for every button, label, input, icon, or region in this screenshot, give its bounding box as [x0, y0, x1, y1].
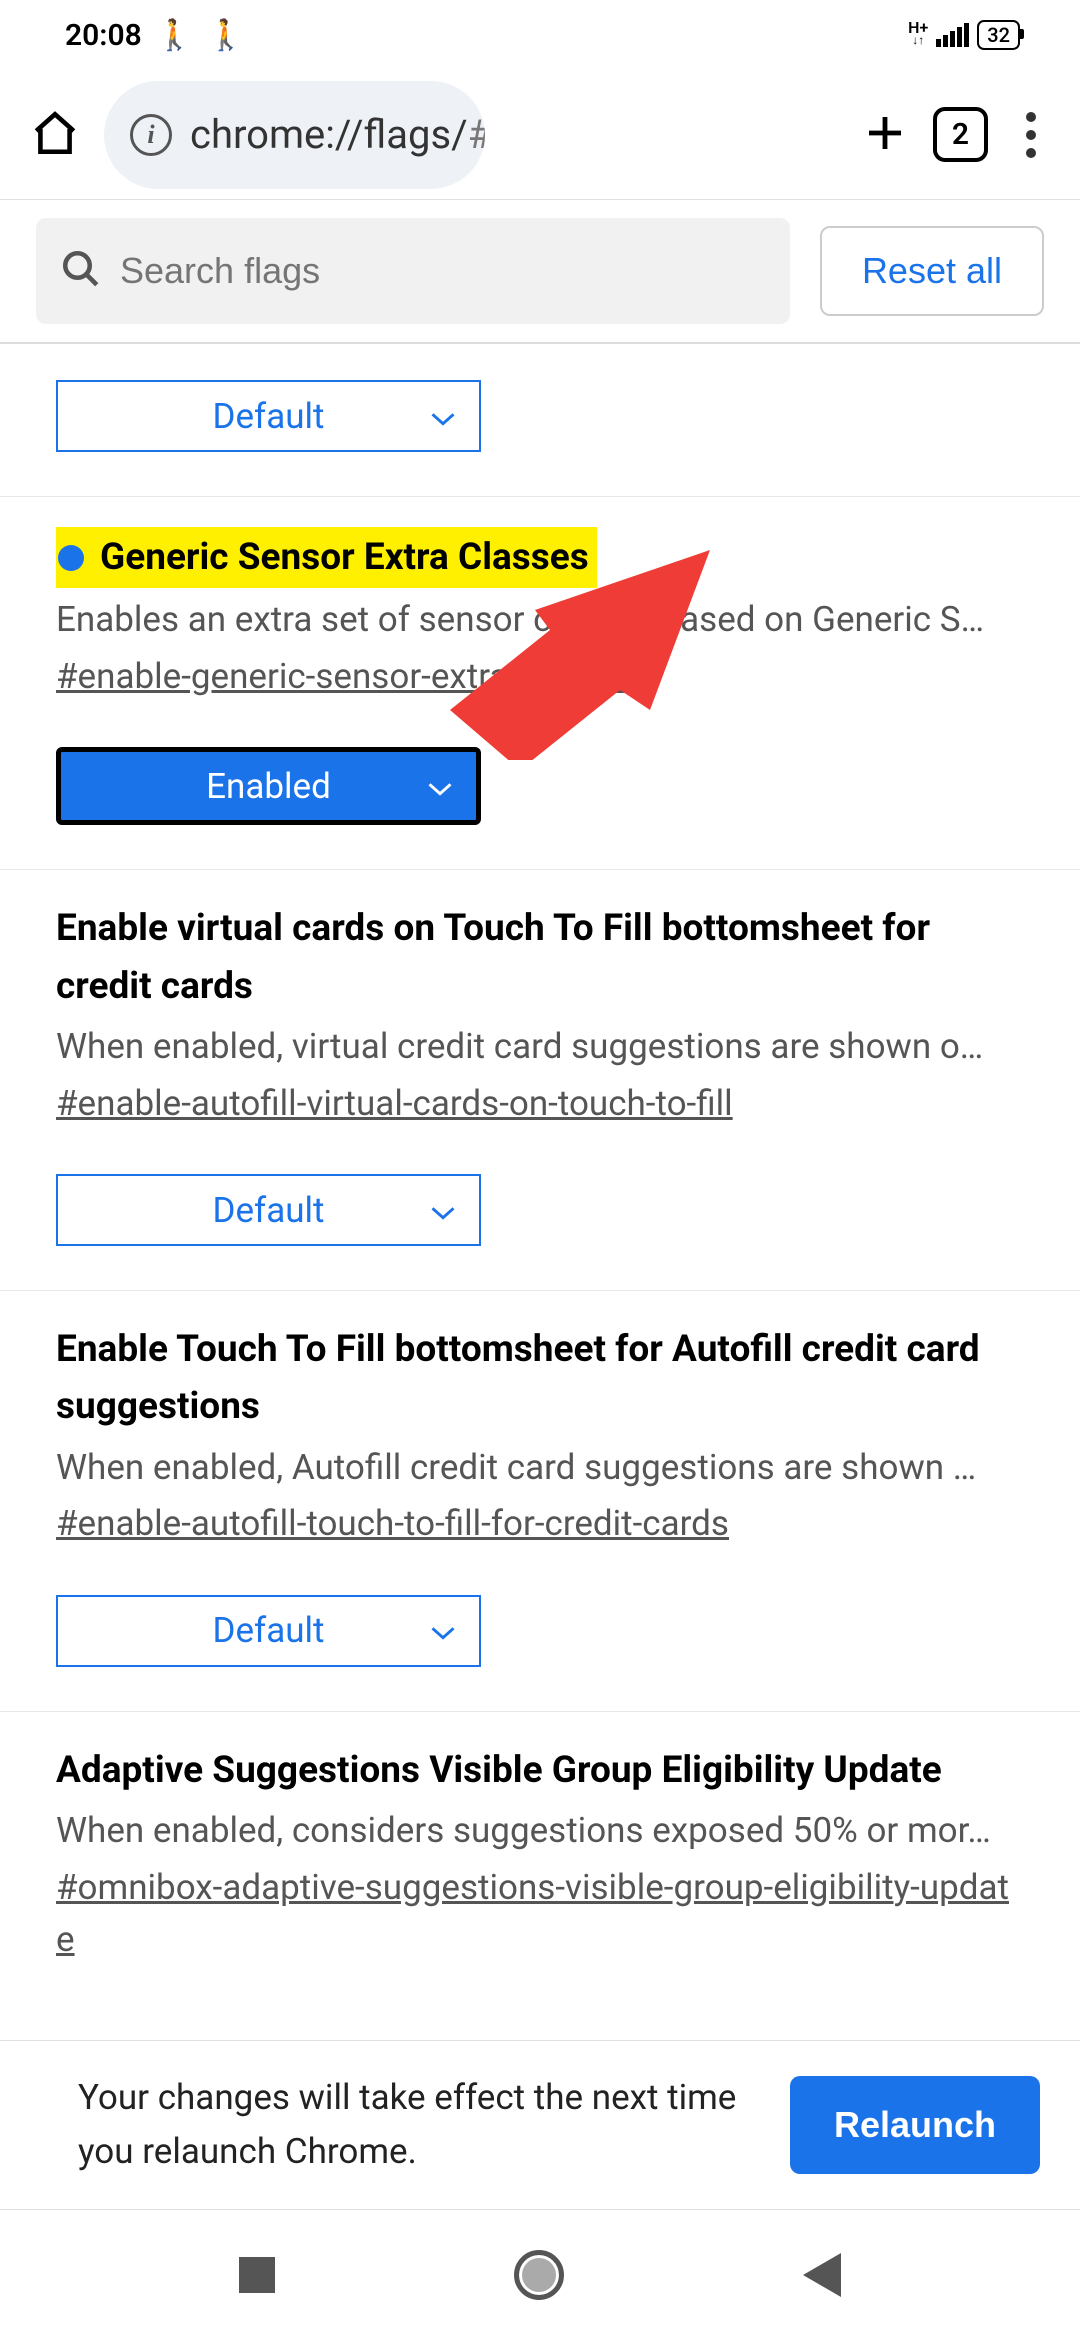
dropdown-value: Enabled: [206, 766, 331, 807]
flag-hash-link[interactable]: #enable-autofill-virtual-cards-on-touch-…: [56, 1078, 733, 1131]
system-nav-bar: [0, 2210, 1080, 2340]
flag-hash-link[interactable]: #omnibox-adaptive-suggestions-visible-gr…: [56, 1862, 1024, 1967]
relaunch-button[interactable]: Relaunch: [790, 2076, 1040, 2174]
url-bar[interactable]: i chrome://flags/#enab: [104, 81, 485, 189]
menu-button[interactable]: [1012, 112, 1050, 158]
flag-description: When enabled, virtual credit card sugges…: [56, 1021, 1024, 1074]
reset-all-button[interactable]: Reset all: [820, 226, 1044, 316]
back-button[interactable]: [803, 2253, 841, 2297]
search-input[interactable]: [120, 250, 766, 292]
flag-state-dropdown[interactable]: Default: [56, 1595, 481, 1667]
flag-item-generic-sensor: Generic Sensor Extra Classes Enables an …: [0, 497, 1080, 870]
search-icon: [60, 248, 102, 294]
flag-item: Enable virtual cards on Touch To Fill bo…: [0, 870, 1080, 1291]
flag-description: When enabled, Autofill credit card sugge…: [56, 1442, 1024, 1495]
status-bar: 20:08 🚶 🚶 H+ ↓↑ 32: [0, 0, 1080, 70]
chevron-down-icon: [429, 1190, 457, 1231]
walking-icon: 🚶: [156, 18, 193, 53]
battery-icon: 32: [977, 20, 1020, 50]
dropdown-value: Default: [213, 396, 325, 437]
browser-toolbar: i chrome://flags/#enab 2: [0, 70, 1080, 200]
flag-state-dropdown[interactable]: Enabled: [56, 747, 481, 825]
network-hplus-icon: H+ ↓↑: [908, 23, 928, 47]
flag-item: Enable Touch To Fill bottomsheet for Aut…: [0, 1291, 1080, 1712]
status-time: 20:08: [65, 18, 142, 53]
walking-icon: 🚶: [207, 18, 244, 53]
flag-title: Generic Sensor Extra Classes: [56, 527, 597, 588]
flag-state-dropdown[interactable]: Default: [56, 380, 481, 452]
tab-switcher-button[interactable]: 2: [933, 107, 988, 162]
flag-item: Default: [0, 344, 1080, 497]
url-text: chrome://flags/#enab: [190, 111, 485, 158]
flag-item: Adaptive Suggestions Visible Group Eligi…: [0, 1712, 1080, 2005]
home-button[interactable]: [514, 2250, 564, 2300]
dropdown-value: Default: [213, 1610, 325, 1651]
flag-title: Enable Touch To Fill bottomsheet for Aut…: [56, 1321, 1024, 1436]
info-icon: i: [130, 114, 172, 156]
chevron-down-icon: [429, 396, 457, 437]
chevron-down-icon: [426, 766, 454, 807]
search-row: Reset all: [0, 200, 1080, 344]
flags-content: Default Generic Sensor Extra Classes Ena…: [0, 344, 1080, 2129]
changed-dot-icon: [58, 545, 84, 571]
chevron-down-icon: [429, 1610, 457, 1651]
relaunch-bar: Your changes will take effect the next t…: [0, 2040, 1080, 2210]
recents-button[interactable]: [239, 2257, 275, 2293]
new-tab-button[interactable]: [861, 109, 909, 161]
dropdown-value: Default: [213, 1190, 325, 1231]
flag-description: When enabled, considers suggestions expo…: [56, 1805, 1024, 1858]
relaunch-message: Your changes will take effect the next t…: [78, 2071, 760, 2180]
flag-state-dropdown[interactable]: Default: [56, 1174, 481, 1246]
home-icon[interactable]: [30, 108, 80, 162]
signal-icon: [936, 23, 969, 47]
flag-description: Enables an extra set of sensor classes b…: [56, 594, 1024, 647]
flag-title: Enable virtual cards on Touch To Fill bo…: [56, 900, 1024, 1015]
flag-title: Adaptive Suggestions Visible Group Eligi…: [56, 1742, 1024, 1799]
search-flags-box[interactable]: [36, 218, 790, 324]
flag-hash-link[interactable]: #enable-autofill-touch-to-fill-for-credi…: [56, 1498, 729, 1551]
flag-hash-link[interactable]: #enable-generic-sensor-extra-classes: [56, 651, 637, 704]
